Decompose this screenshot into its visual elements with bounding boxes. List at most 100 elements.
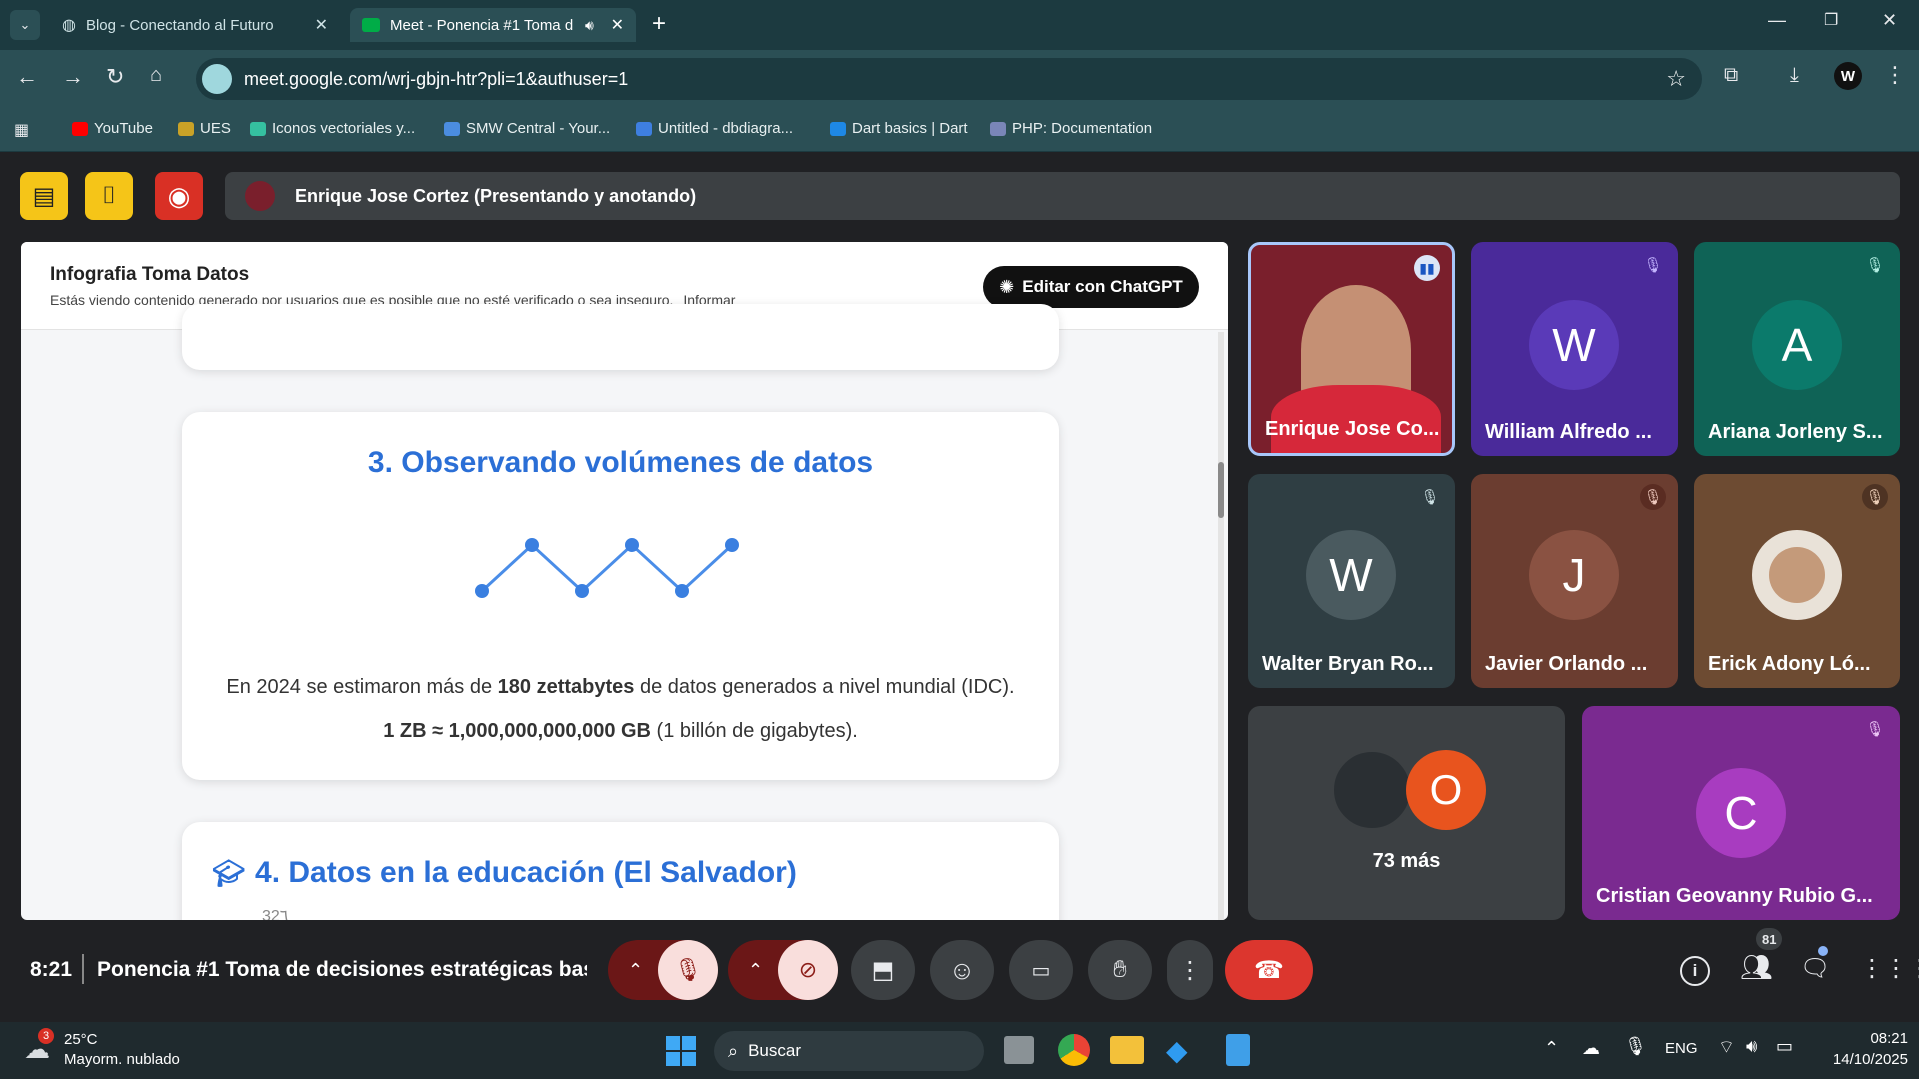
participant-tile[interactable]: C 🎙︎ Cristian Geovanny Rubio G...: [1582, 706, 1900, 920]
chat-unread-dot: [1818, 946, 1828, 956]
present-icon: ⬒: [871, 956, 895, 984]
bookmark-label: PHP: Documentation: [1012, 120, 1153, 137]
participant-tile[interactable]: A 🎙︎ Ariana Jorleny S...: [1694, 242, 1900, 456]
tab-meet[interactable]: Meet - Ponencia #1 Toma d 🔊︎ ✕: [350, 8, 636, 42]
camera-off-icon[interactable]: ⊘: [778, 940, 838, 1000]
participant-tile[interactable]: ▮▮ Enrique Jose Co...: [1248, 242, 1455, 456]
task-view-icon[interactable]: [1004, 1036, 1034, 1064]
clock-date[interactable]: 14/10/2025: [1808, 1051, 1908, 1068]
search-icon: ⌕: [728, 1040, 739, 1061]
mic-off-icon: 🎙︎: [1865, 257, 1885, 274]
more-vert-icon: ⋮: [1178, 956, 1202, 984]
bookmark-ues[interactable]: UES: [178, 120, 231, 137]
participant-tile[interactable]: W 🎙︎ Walter Bryan Ro...: [1248, 474, 1455, 688]
vscode-icon[interactable]: ◆: [1166, 1034, 1188, 1067]
participant-avatar: C: [1696, 768, 1786, 858]
site-info-icon[interactable]: [202, 64, 232, 94]
participant-tile[interactable]: W 🎙︎ William Alfredo ...: [1471, 242, 1678, 456]
browser-tab-bar: ⌄ ◍ Blog - Conectando al Futuro ✕ Meet -…: [0, 0, 1919, 50]
meeting-tools-button[interactable]: ▤: [20, 172, 68, 220]
camera-options-chevron-icon[interactable]: ⌃: [748, 960, 763, 981]
back-icon[interactable]: ←: [16, 64, 38, 90]
activities-grid-icon[interactable]: ⋮⋮⋮: [1860, 954, 1919, 983]
reload-icon[interactable]: ↻: [106, 64, 124, 90]
start-icon[interactable]: [666, 1036, 696, 1066]
scrollbar-thumb[interactable]: [1218, 462, 1224, 518]
profile-avatar[interactable]: W: [1834, 62, 1862, 90]
bookmark-star-icon[interactable]: ☆: [1666, 66, 1686, 92]
home-icon[interactable]: ⌂: [150, 64, 162, 87]
participant-avatar: A: [1752, 300, 1842, 390]
close-tab-icon[interactable]: ✕: [315, 15, 328, 35]
file-explorer-icon[interactable]: [1110, 1036, 1144, 1064]
close-window-icon[interactable]: ✕: [1882, 10, 1897, 31]
participant-tile[interactable]: 🎙︎ Erick Adony Ló...: [1694, 474, 1900, 688]
reactions-button[interactable]: ☺: [930, 940, 994, 1000]
section4-card: 🎓︎ 4. Datos en la educación (El Salvador…: [182, 822, 1059, 920]
section3-paragraph2: 1 ZB ≈ 1,000,000,000,000 GB (1 billón de…: [182, 720, 1059, 743]
leave-call-button[interactable]: ☎: [1225, 940, 1313, 1000]
restore-icon[interactable]: ❐: [1824, 10, 1838, 30]
captions-button[interactable]: ▭: [1009, 940, 1073, 1000]
bookmark-php[interactable]: PHP: Documentation: [990, 120, 1152, 137]
chatgpt-icon: ✺: [999, 276, 1015, 297]
bookmark-label: YouTube: [94, 120, 153, 137]
activities-button[interactable]: ⌷: [85, 172, 133, 220]
present-screen-button[interactable]: ⬒: [851, 940, 915, 1000]
dbdiagram-icon: [636, 121, 652, 136]
edit-chatgpt-button[interactable]: ✺ Editar con ChatGPT: [983, 266, 1199, 308]
menu-icon[interactable]: ⋮: [1884, 62, 1906, 88]
microphone-icon[interactable]: 🎙︎: [1624, 1036, 1647, 1057]
tab-search-button[interactable]: ⌄: [10, 10, 40, 40]
mic-options-chevron-icon[interactable]: ⌃: [628, 960, 643, 981]
apps-grid-icon[interactable]: ▦: [14, 120, 29, 140]
bookmark-youtube[interactable]: YouTube: [72, 120, 153, 137]
wifi-icon[interactable]: ⌔: [1718, 1036, 1735, 1059]
tab-blog[interactable]: ◍ Blog - Conectando al Futuro ✕: [50, 8, 340, 42]
volume-icon[interactable]: 🔊︎: [1746, 1036, 1757, 1057]
minimize-icon[interactable]: —: [1768, 10, 1786, 31]
participant-tile[interactable]: J 🎙︎ Javier Orlando ...: [1471, 474, 1678, 688]
mic-control[interactable]: ⌃ 🎙︎: [608, 940, 718, 1000]
participant-avatar: O: [1406, 750, 1486, 830]
scrollbar-track[interactable]: [1218, 332, 1224, 920]
onedrive-icon[interactable]: ☁: [1582, 1038, 1600, 1059]
clock-time[interactable]: 08:21: [1808, 1030, 1908, 1047]
chat-icon[interactable]: 🗨︎: [1800, 954, 1830, 983]
forward-icon[interactable]: →: [62, 64, 84, 90]
speaker-icon[interactable]: 🔊︎: [585, 17, 594, 34]
sparkline-line: [480, 542, 734, 594]
people-icon[interactable]: 👥︎: [1740, 952, 1773, 983]
bookmark-smw[interactable]: SMW Central - Your...: [444, 120, 610, 137]
hangup-icon: ☎: [1254, 956, 1284, 984]
download-icon[interactable]: ⤓: [1790, 64, 1799, 87]
chrome-icon[interactable]: [1058, 1034, 1090, 1066]
address-bar[interactable]: meet.google.com/wrj-gbjn-htr?pli=1&authu…: [196, 58, 1702, 100]
raise-hand-button[interactable]: ✋︎: [1088, 940, 1152, 1000]
mic-off-icon: 🎙︎: [1643, 257, 1663, 274]
notepad-icon[interactable]: [1226, 1034, 1250, 1066]
participant-photo: [1752, 530, 1842, 620]
film-icon: ▤: [32, 182, 56, 210]
bookmark-iconos[interactable]: Iconos vectoriales y...: [250, 120, 415, 137]
camera-control[interactable]: ⌃ ⊘: [728, 940, 838, 1000]
bookmark-dbdiagram[interactable]: Untitled - dbdiagra...: [636, 120, 793, 137]
previous-card: [182, 304, 1059, 370]
taskbar-search[interactable]: ⌕ Buscar: [714, 1031, 984, 1071]
meet-logo-icon: [362, 18, 380, 32]
language-indicator[interactable]: ENG: [1665, 1040, 1698, 1057]
close-tab-icon[interactable]: ✕: [611, 15, 624, 35]
more-participants-tile[interactable]: O 73 más: [1248, 706, 1565, 920]
battery-icon[interactable]: ▭: [1776, 1036, 1793, 1057]
mic-off-icon[interactable]: 🎙︎: [658, 940, 718, 1000]
new-tab-icon[interactable]: +: [652, 10, 666, 38]
bookmark-dart[interactable]: Dart basics | Dart: [830, 120, 968, 137]
p2-text: (1 billón de gigabytes).: [651, 720, 858, 742]
more-options-button[interactable]: ⋮: [1167, 940, 1213, 1000]
extensions-icon[interactable]: ⧉: [1724, 64, 1738, 87]
show-hidden-icons[interactable]: ⌃: [1544, 1038, 1559, 1059]
meeting-title: Ponencia #1 Toma de decisiones estratégi…: [97, 958, 587, 981]
sparkline-point: [525, 538, 539, 552]
recording-button[interactable]: ◉: [155, 172, 203, 220]
info-icon[interactable]: i: [1680, 956, 1710, 986]
